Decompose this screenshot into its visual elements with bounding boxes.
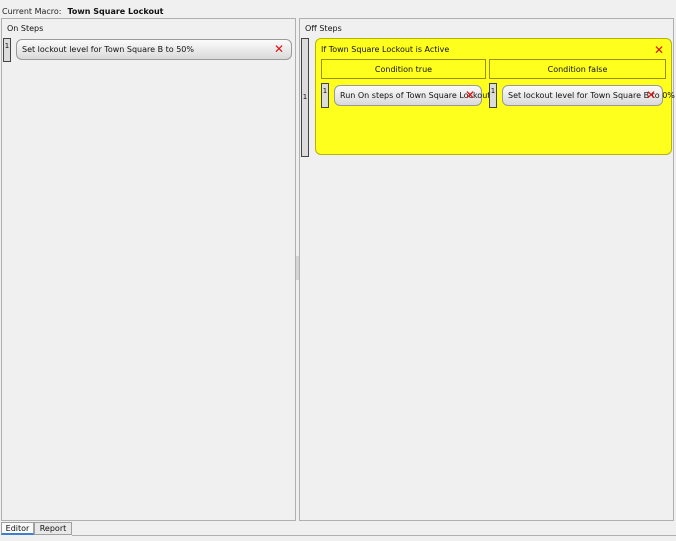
condition-true-header: Condition true: [321, 59, 486, 79]
current-macro-label: Current Macro:: [2, 6, 62, 16]
tab-bar-baseline: [72, 535, 676, 536]
condition-false-header: Condition false: [489, 59, 666, 79]
false-step-item[interactable]: Set lockout level for Town Square B to 0…: [502, 85, 675, 106]
on-step-index[interactable]: 1: [3, 38, 11, 62]
true-step-item[interactable]: Run On steps of Town Square Lockout ✕: [334, 85, 490, 106]
close-icon[interactable]: ✕: [645, 89, 657, 101]
tab-report[interactable]: Report: [34, 522, 72, 535]
current-macro-name: Town Square Lockout: [67, 6, 164, 16]
on-step-item[interactable]: Set lockout level for Town Square B to 5…: [16, 39, 292, 60]
condition-title: If Town Square Lockout is Active: [321, 45, 450, 54]
bottom-tab-bar: Editor Report: [0, 521, 676, 541]
close-icon[interactable]: ✕: [464, 89, 476, 101]
off-step-index[interactable]: 1: [301, 38, 309, 157]
off-steps-title: Off Steps: [305, 24, 342, 33]
close-icon[interactable]: ✕: [653, 44, 665, 56]
close-icon[interactable]: ✕: [273, 43, 285, 55]
true-step-index[interactable]: 1: [321, 83, 329, 108]
tab-editor[interactable]: Editor: [1, 522, 34, 535]
on-steps-title: On Steps: [7, 24, 44, 33]
on-step-label: Set lockout level for Town Square B to 5…: [22, 45, 194, 54]
false-step-index[interactable]: 1: [489, 83, 497, 108]
current-macro-header: Current Macro: Town Square Lockout: [2, 5, 163, 17]
on-steps-panel: On Steps: [1, 18, 296, 521]
